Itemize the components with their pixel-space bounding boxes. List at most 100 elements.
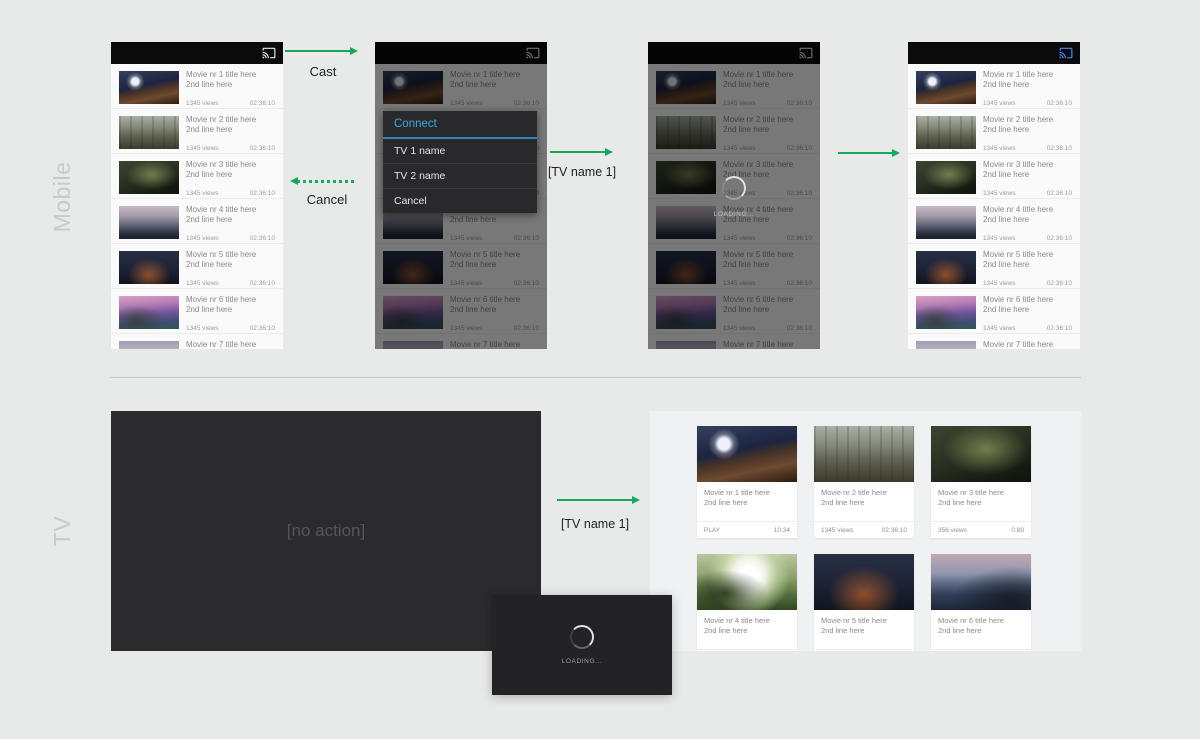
movie-subtitle: 2nd line here <box>186 125 275 135</box>
tv-select-flow-arrow <box>550 151 606 153</box>
tv-movie-card[interactable]: Movie nr 4 title here 2nd line here <box>697 554 797 651</box>
movie-thumbnail <box>916 341 976 349</box>
movie-duration: 02:36:10 <box>1047 100 1072 107</box>
movie-thumbnail <box>697 554 797 610</box>
movie-title: Movie nr 5 title here <box>821 616 907 626</box>
movie-subtitle: 2nd line here <box>704 498 790 508</box>
tv-movie-card[interactable]: Movie nr 3 title here 2nd line here 356 … <box>931 426 1031 538</box>
movie-list-item[interactable]: Movie nr 6 title here 2nd line here 1345… <box>111 289 283 334</box>
movie-list-item[interactable]: Movie nr 2 title here 2nd line here 1345… <box>111 109 283 154</box>
dialog-item-cancel[interactable]: Cancel <box>383 189 537 213</box>
movie-title: Movie nr 1 title here <box>704 488 790 498</box>
tv-name-label-top: [TV name 1] <box>534 165 630 179</box>
movie-views: 1345 views <box>983 100 1016 107</box>
movie-subtitle: 2nd line here <box>983 215 1072 225</box>
mobile-screen-connected: Movie nr 1 title here 2nd line here 1345… <box>908 42 1080 349</box>
movie-list-item[interactable]: Movie nr 7 title here 2nd line here 1345… <box>908 334 1080 349</box>
movie-thumbnail <box>814 426 914 482</box>
movie-duration: 02:36:10 <box>250 145 275 152</box>
movie-duration: 02:36:10 <box>1047 145 1072 152</box>
movie-thumbnail <box>916 71 976 104</box>
movie-title: Movie nr 3 title here <box>938 488 1024 498</box>
dialog-item-tv1[interactable]: TV 1 name <box>383 139 537 164</box>
movie-list-item[interactable]: Movie nr 1 title here 2nd line here 1345… <box>111 64 283 109</box>
movie-thumbnail <box>119 71 179 104</box>
card-meta-left: PLAY <box>704 527 720 534</box>
app-bar <box>908 42 1080 64</box>
cast-connected-icon[interactable] <box>1059 46 1073 60</box>
movie-title: Movie nr 2 title here <box>983 115 1072 125</box>
section-label-tv: TV <box>49 461 75 601</box>
movie-title: Movie nr 4 title here <box>983 205 1072 215</box>
movie-list: Movie nr 1 title here 2nd line here 1345… <box>908 64 1080 349</box>
cast-icon[interactable] <box>262 46 276 60</box>
movie-duration: 02:36:10 <box>250 325 275 332</box>
movie-duration: 02:36:10 <box>250 235 275 242</box>
card-meta-right: 10:34 <box>774 527 790 534</box>
no-action-label: [no action] <box>287 521 365 541</box>
movie-list-item[interactable]: Movie nr 7 title here 2nd line here 1345… <box>111 334 283 349</box>
movie-duration: 02:36:10 <box>1047 235 1072 242</box>
movie-subtitle: 2nd line here <box>186 170 275 180</box>
movie-title: Movie nr 2 title here <box>821 488 907 498</box>
loading-label: LOADING... <box>562 658 603 665</box>
movie-thumbnail <box>916 251 976 284</box>
movie-title: Movie nr 6 title here <box>983 295 1072 305</box>
tv-cast-flow-arrow <box>557 499 633 501</box>
movie-subtitle: 2nd line here <box>186 215 275 225</box>
card-meta-left: 356 views <box>938 527 967 534</box>
mobile-screen-connect-dialog: Movie nr 1 title here 2nd line here 1345… <box>375 42 547 349</box>
movie-list-item[interactable]: Movie nr 1 title here 2nd line here 1345… <box>908 64 1080 109</box>
movie-title: Movie nr 7 title here <box>983 340 1072 349</box>
movie-views: 1345 views <box>983 190 1016 197</box>
tv-movie-card[interactable]: Movie nr 6 title here 2nd line here <box>931 554 1031 651</box>
movie-duration: 02:36:10 <box>250 190 275 197</box>
movie-thumbnail <box>119 161 179 194</box>
tv-movie-card[interactable]: Movie nr 1 title here 2nd line here PLAY… <box>697 426 797 538</box>
movie-title: Movie nr 2 title here <box>186 115 275 125</box>
movie-list-item[interactable]: Movie nr 3 title here 2nd line here 1345… <box>111 154 283 199</box>
cancel-flow-arrow <box>297 180 357 183</box>
movie-duration: 02:36:10 <box>250 100 275 107</box>
movie-subtitle: 2nd line here <box>983 125 1072 135</box>
card-meta-right: 02:36:10 <box>882 527 907 534</box>
cancel-flow-label: Cancel <box>294 192 360 207</box>
movie-title: Movie nr 6 title here <box>938 616 1024 626</box>
movie-duration: 02:36:10 <box>1047 280 1072 287</box>
movie-list-item[interactable]: Movie nr 4 title here 2nd line here 1345… <box>111 199 283 244</box>
movie-list: Movie nr 1 title here 2nd line here 1345… <box>111 64 283 349</box>
movie-title: Movie nr 7 title here <box>186 340 275 349</box>
movie-views: 1345 views <box>186 235 219 242</box>
tv-movie-card[interactable]: Movie nr 5 title here 2nd line here <box>814 554 914 651</box>
mobile-screen-loading: Movie nr 1 title here 2nd line here 1345… <box>648 42 820 349</box>
cast-device-dialog: Connect TV 1 name TV 2 name Cancel <box>383 111 537 213</box>
movie-title: Movie nr 3 title here <box>186 160 275 170</box>
app-bar <box>111 42 283 64</box>
movie-list-item[interactable]: Movie nr 5 title here 2nd line here 1345… <box>111 244 283 289</box>
movie-list-item[interactable]: Movie nr 5 title here 2nd line here 1345… <box>908 244 1080 289</box>
tv-screen-content: Movie nr 1 title here 2nd line here PLAY… <box>650 411 1081 651</box>
card-meta-right: 0:89 <box>1011 527 1024 534</box>
movie-list-item[interactable]: Movie nr 3 title here 2nd line here 1345… <box>908 154 1080 199</box>
movie-thumbnail <box>119 341 179 349</box>
dialog-item-tv2[interactable]: TV 2 name <box>383 164 537 189</box>
movie-title: Movie nr 5 title here <box>186 250 275 260</box>
movie-views: 1345 views <box>186 100 219 107</box>
movie-list-item[interactable]: Movie nr 2 title here 2nd line here 1345… <box>908 109 1080 154</box>
movie-views: 1345 views <box>186 280 219 287</box>
loading-indicator: LOADING... <box>648 176 820 218</box>
tv-movie-card[interactable]: Movie nr 2 title here 2nd line here 1345… <box>814 426 914 538</box>
movie-thumbnail <box>697 426 797 482</box>
movie-duration: 02:36:10 <box>1047 190 1072 197</box>
movie-list-item[interactable]: Movie nr 4 title here 2nd line here 1345… <box>908 199 1080 244</box>
movie-duration: 02:36:10 <box>250 280 275 287</box>
movie-views: 1345 views <box>983 325 1016 332</box>
movie-views: 1345 views <box>983 235 1016 242</box>
movie-subtitle: 2nd line here <box>704 626 790 636</box>
movie-list-item[interactable]: Movie nr 6 title here 2nd line here 1345… <box>908 289 1080 334</box>
section-label-mobile: Mobile <box>49 127 75 267</box>
movie-subtitle: 2nd line here <box>821 498 907 508</box>
movie-subtitle: 2nd line here <box>186 80 275 90</box>
movie-subtitle: 2nd line here <box>938 498 1024 508</box>
movie-subtitle: 2nd line here <box>938 626 1024 636</box>
